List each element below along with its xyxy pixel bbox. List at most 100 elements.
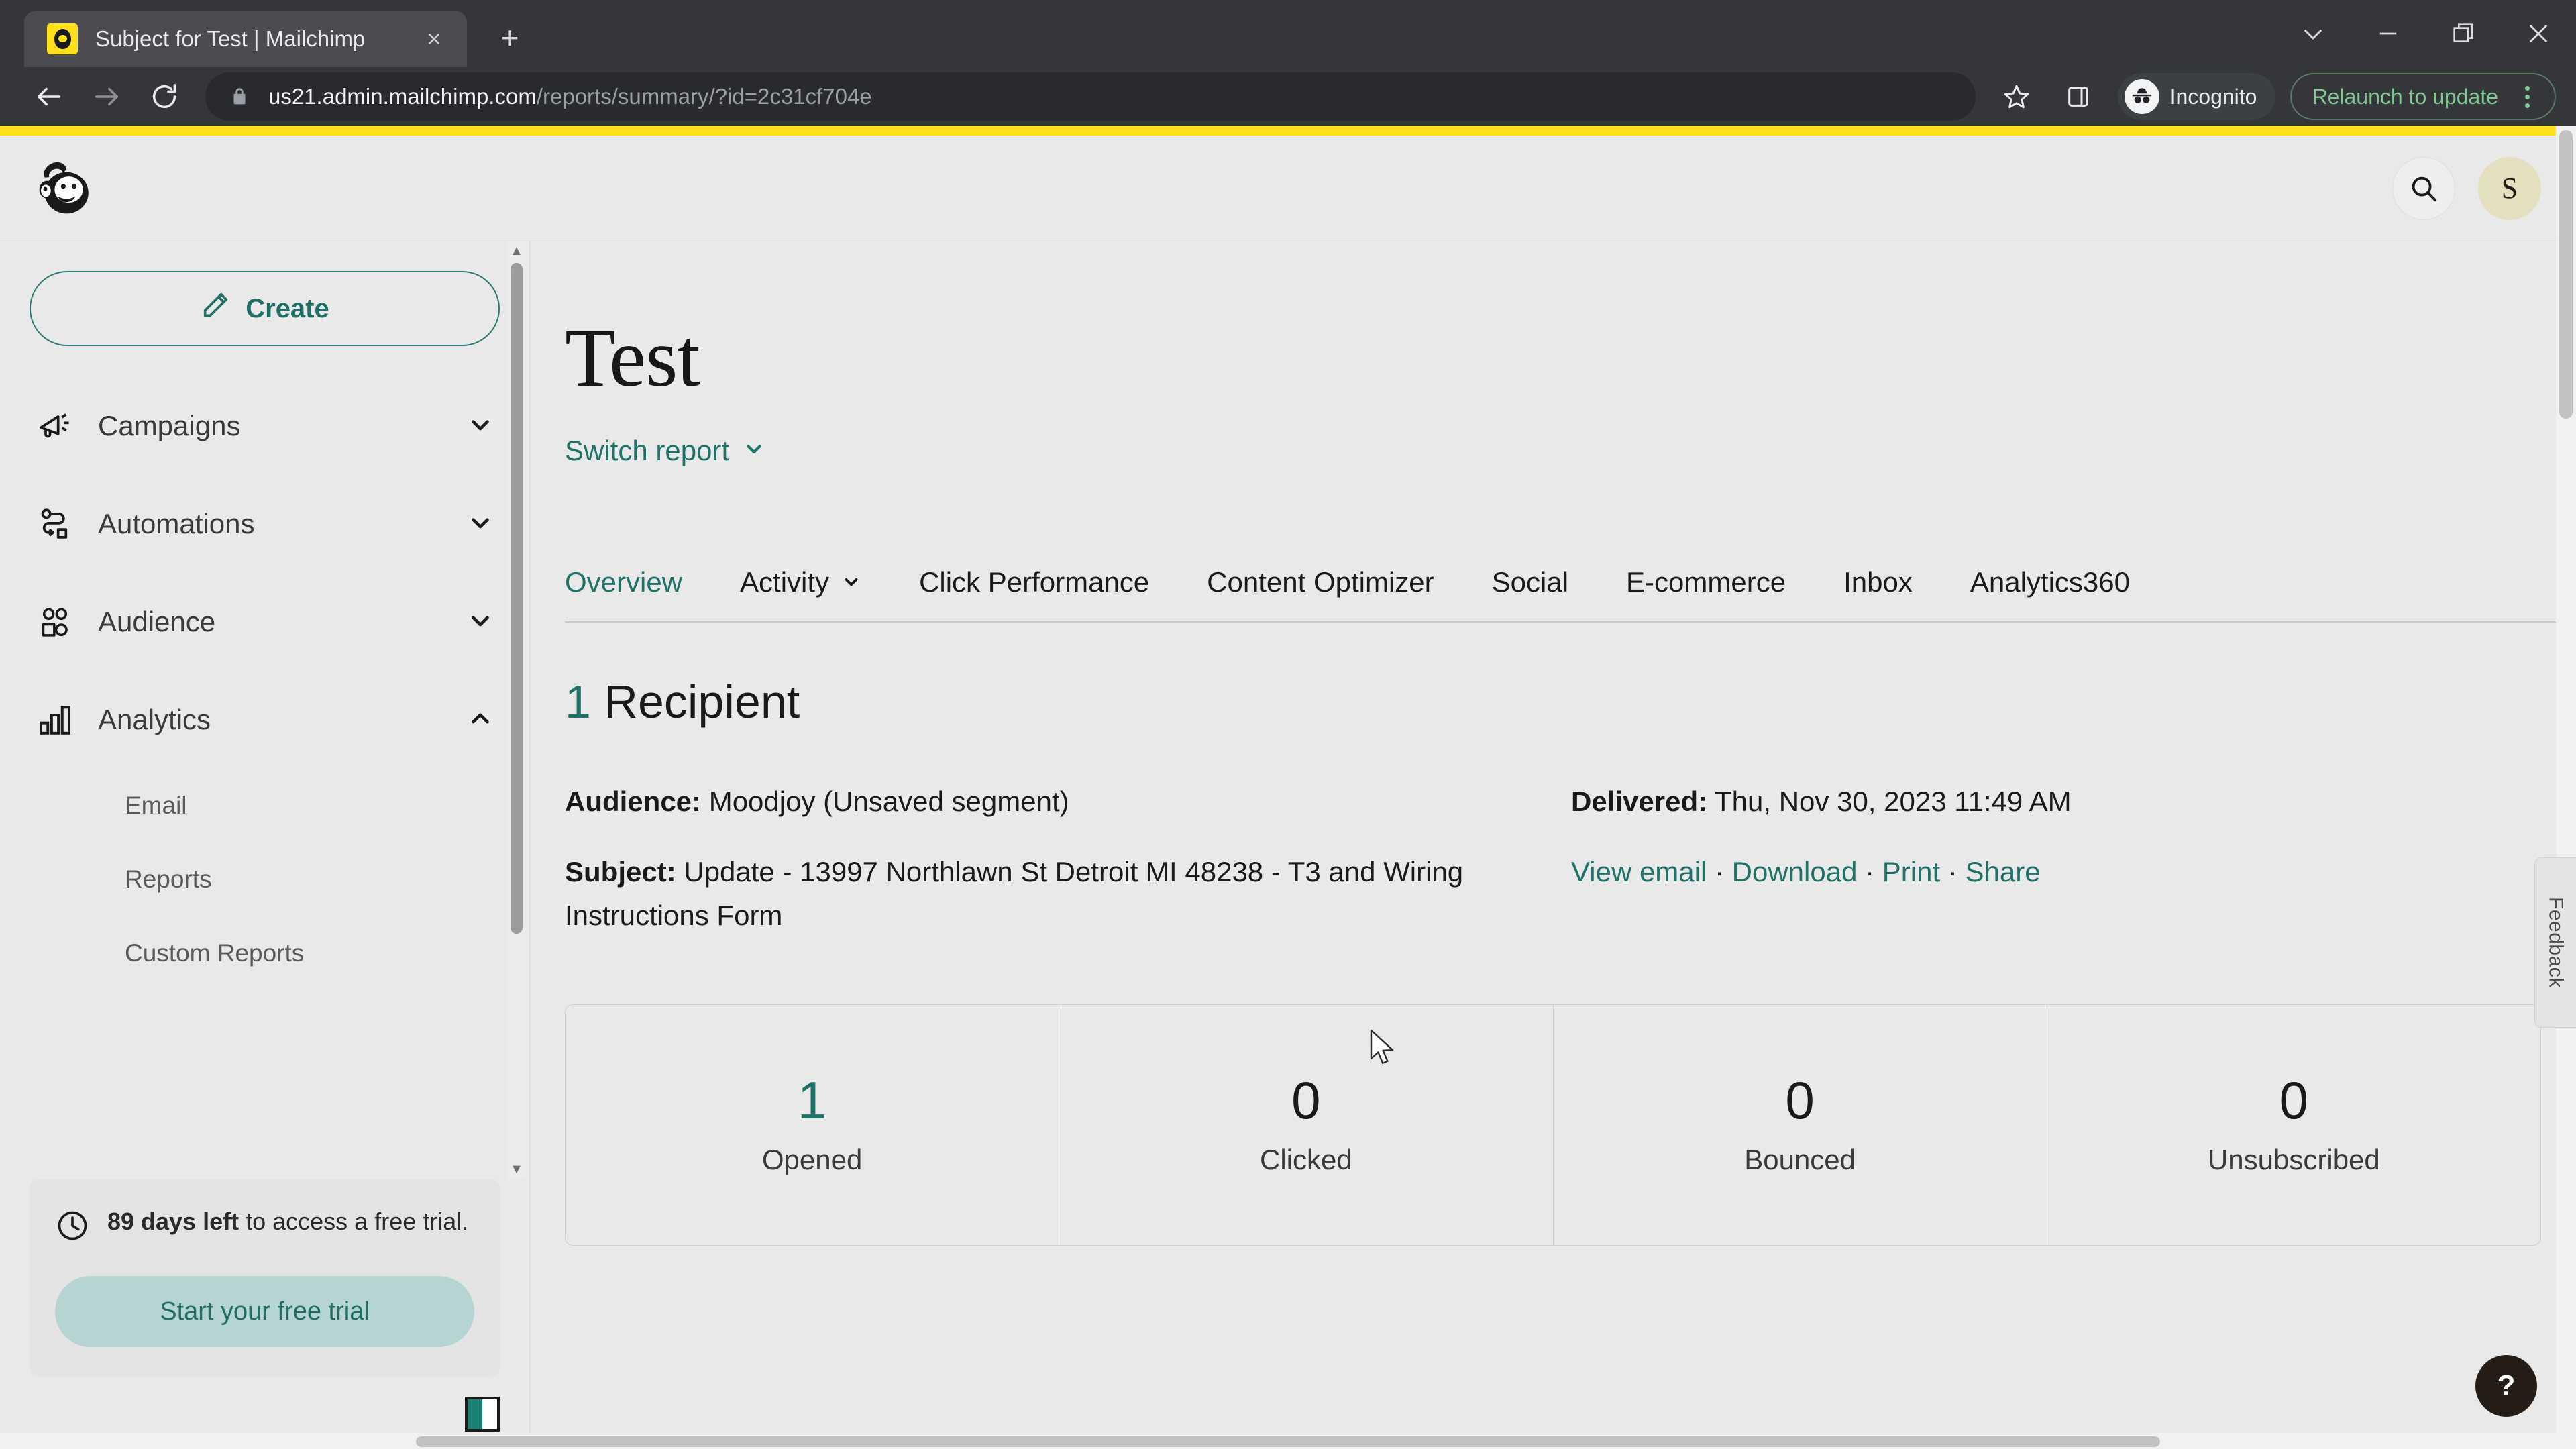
chevron-up-icon[interactable] (466, 704, 494, 736)
horizontal-scrollbar[interactable] (0, 1433, 2576, 1449)
trial-message: 89 days left to access a free trial. (55, 1205, 474, 1252)
kebab-menu-icon[interactable] (2506, 76, 2548, 117)
incognito-label: Incognito (2169, 84, 2257, 109)
recipient-word: Recipient (604, 676, 800, 728)
reload-icon[interactable] (136, 68, 193, 125)
download-link[interactable]: Download (1732, 856, 1858, 888)
tab-label: E-commerce (1626, 566, 1786, 598)
link-separator: · (1865, 856, 1875, 888)
delivered-value: Thu, Nov 30, 2023 11:49 AM (1715, 786, 2072, 817)
recipient-count: 1 (565, 676, 591, 728)
tab-label: Social (1491, 566, 1569, 598)
forward-icon[interactable] (78, 68, 136, 125)
app-header-actions: S (2392, 156, 2541, 220)
view-email-link[interactable]: View email (1571, 856, 1707, 888)
sidebar-item-campaigns[interactable]: Campaigns (0, 377, 529, 475)
create-button[interactable]: Create (30, 271, 500, 346)
sidebar-scrollbar-thumb[interactable] (511, 263, 523, 934)
page-scrollbar-thumb[interactable] (2559, 130, 2573, 419)
sidebar: Create Campaigns Automations Audience An… (0, 241, 530, 1449)
sidebar-subitem-email[interactable]: Email (0, 769, 529, 843)
report-tabs: Overview Activity Click Performance Cont… (565, 566, 2576, 623)
sidebar-item-label: Campaigns (98, 410, 241, 441)
back-icon[interactable] (20, 68, 78, 125)
megaphone-icon (35, 406, 75, 446)
page-scrollbar[interactable] (2556, 126, 2576, 1449)
subject-row: Subject: Update - 13997 Northlawn St Det… (565, 850, 1571, 937)
lock-icon (228, 85, 251, 108)
close-window-icon[interactable] (2501, 0, 2576, 67)
tab-click-performance[interactable]: Click Performance (919, 566, 1149, 621)
scroll-up-icon[interactable]: ▲ (510, 241, 523, 260)
incognito-icon (2124, 79, 2159, 114)
horizontal-scrollbar-thumb[interactable] (416, 1436, 2160, 1447)
relaunch-label: Relaunch to update (2312, 84, 2498, 109)
sidebar-item-label: Analytics (98, 704, 211, 735)
search-icon[interactable] (2392, 156, 2455, 220)
sidebar-item-label: Audience (98, 606, 216, 637)
stat-value: 1 (797, 1071, 827, 1130)
main-content: Test Switch report Overview Activity Cli… (530, 241, 2576, 1449)
link-separator: · (1947, 856, 1957, 888)
stat-value: 0 (1785, 1071, 1815, 1130)
campaign-meta-left: Audience: Moodjoy (Unsaved segment) Subj… (565, 780, 1571, 937)
chevron-down-icon[interactable] (466, 606, 494, 638)
new-tab-button[interactable]: + (483, 11, 537, 64)
tab-label: Click Performance (919, 566, 1150, 598)
stat-bounced[interactable]: 0 Bounced (1554, 1005, 2047, 1246)
chevron-down-icon[interactable] (2275, 0, 2351, 67)
sidebar-item-automations[interactable]: Automations (0, 475, 529, 573)
stat-value: 0 (1291, 1071, 1321, 1130)
clock-icon (55, 1208, 90, 1252)
chevron-down-icon (743, 435, 765, 467)
collapse-sidebar-icon[interactable] (465, 1397, 500, 1432)
tab-ecommerce[interactable]: E-commerce (1626, 566, 1786, 621)
chevron-down-icon[interactable] (466, 508, 494, 540)
stat-label: Opened (761, 1144, 863, 1176)
avatar[interactable]: S (2478, 156, 2541, 220)
bar-chart-icon (35, 700, 75, 740)
stat-unsubscribed[interactable]: 0 Unsubscribed (2047, 1005, 2540, 1245)
trial-text: 89 days left to access a free trial. (107, 1205, 468, 1252)
tab-activity[interactable]: Activity (740, 566, 861, 621)
relaunch-to-update-button[interactable]: Relaunch to update (2290, 73, 2556, 120)
feedback-tab[interactable]: Feedback (2534, 857, 2576, 1028)
tab-social[interactable]: Social (1492, 566, 1568, 621)
link-separator: · (1714, 856, 1724, 888)
side-panel-icon[interactable] (2049, 68, 2107, 125)
tab-content-optimizer[interactable]: Content Optimizer (1207, 566, 1434, 621)
close-icon[interactable]: × (416, 21, 452, 57)
mailchimp-freddie-logo[interactable] (30, 154, 99, 223)
page-title: Test (565, 312, 700, 404)
switch-report-dropdown[interactable]: Switch report (565, 435, 765, 467)
chevron-down-icon (841, 566, 861, 598)
sidebar-subitem-custom-reports[interactable]: Custom Reports (0, 916, 529, 990)
sidebar-item-audience[interactable]: Audience (0, 573, 529, 671)
tab-analytics360[interactable]: Analytics360 (1970, 566, 2130, 621)
url-host: us21.admin.mailchimp.com (268, 84, 537, 109)
tab-overview[interactable]: Overview (565, 566, 682, 621)
sidebar-scrollbar[interactable]: ▲ ▼ (508, 241, 525, 1179)
restore-icon[interactable] (2426, 0, 2501, 67)
tab-label: Overview (565, 566, 683, 598)
incognito-badge[interactable]: Incognito (2117, 73, 2276, 120)
address-bar[interactable]: us21.admin.mailchimp.com/reports/summary… (205, 72, 1976, 121)
minimize-icon[interactable] (2351, 0, 2426, 67)
browser-tab[interactable]: Subject for Test | Mailchimp × (24, 11, 467, 67)
sidebar-subitem-reports[interactable]: Reports (0, 843, 529, 916)
stat-opened[interactable]: 1 Opened (566, 1005, 1060, 1246)
sidebar-item-analytics[interactable]: Analytics (0, 671, 529, 769)
campaign-meta: Audience: Moodjoy (Unsaved segment) Subj… (565, 780, 2576, 937)
chevron-down-icon[interactable] (466, 411, 494, 442)
start-free-trial-button[interactable]: Start your free trial (55, 1276, 474, 1347)
delivered-row: Delivered: Thu, Nov 30, 2023 11:49 AM (1571, 780, 2072, 823)
tab-inbox[interactable]: Inbox (1843, 566, 1913, 621)
print-link[interactable]: Print (1882, 856, 1940, 888)
star-icon[interactable] (1988, 68, 2045, 125)
scroll-down-icon[interactable]: ▼ (510, 1160, 523, 1179)
campaign-meta-right: Delivered: Thu, Nov 30, 2023 11:49 AM Vi… (1571, 780, 2072, 937)
subject-label: Subject: (565, 856, 676, 888)
share-link[interactable]: Share (1966, 856, 2041, 888)
help-button[interactable]: ? (2475, 1355, 2537, 1417)
stat-clicked[interactable]: 0 Clicked (1059, 1005, 1554, 1246)
